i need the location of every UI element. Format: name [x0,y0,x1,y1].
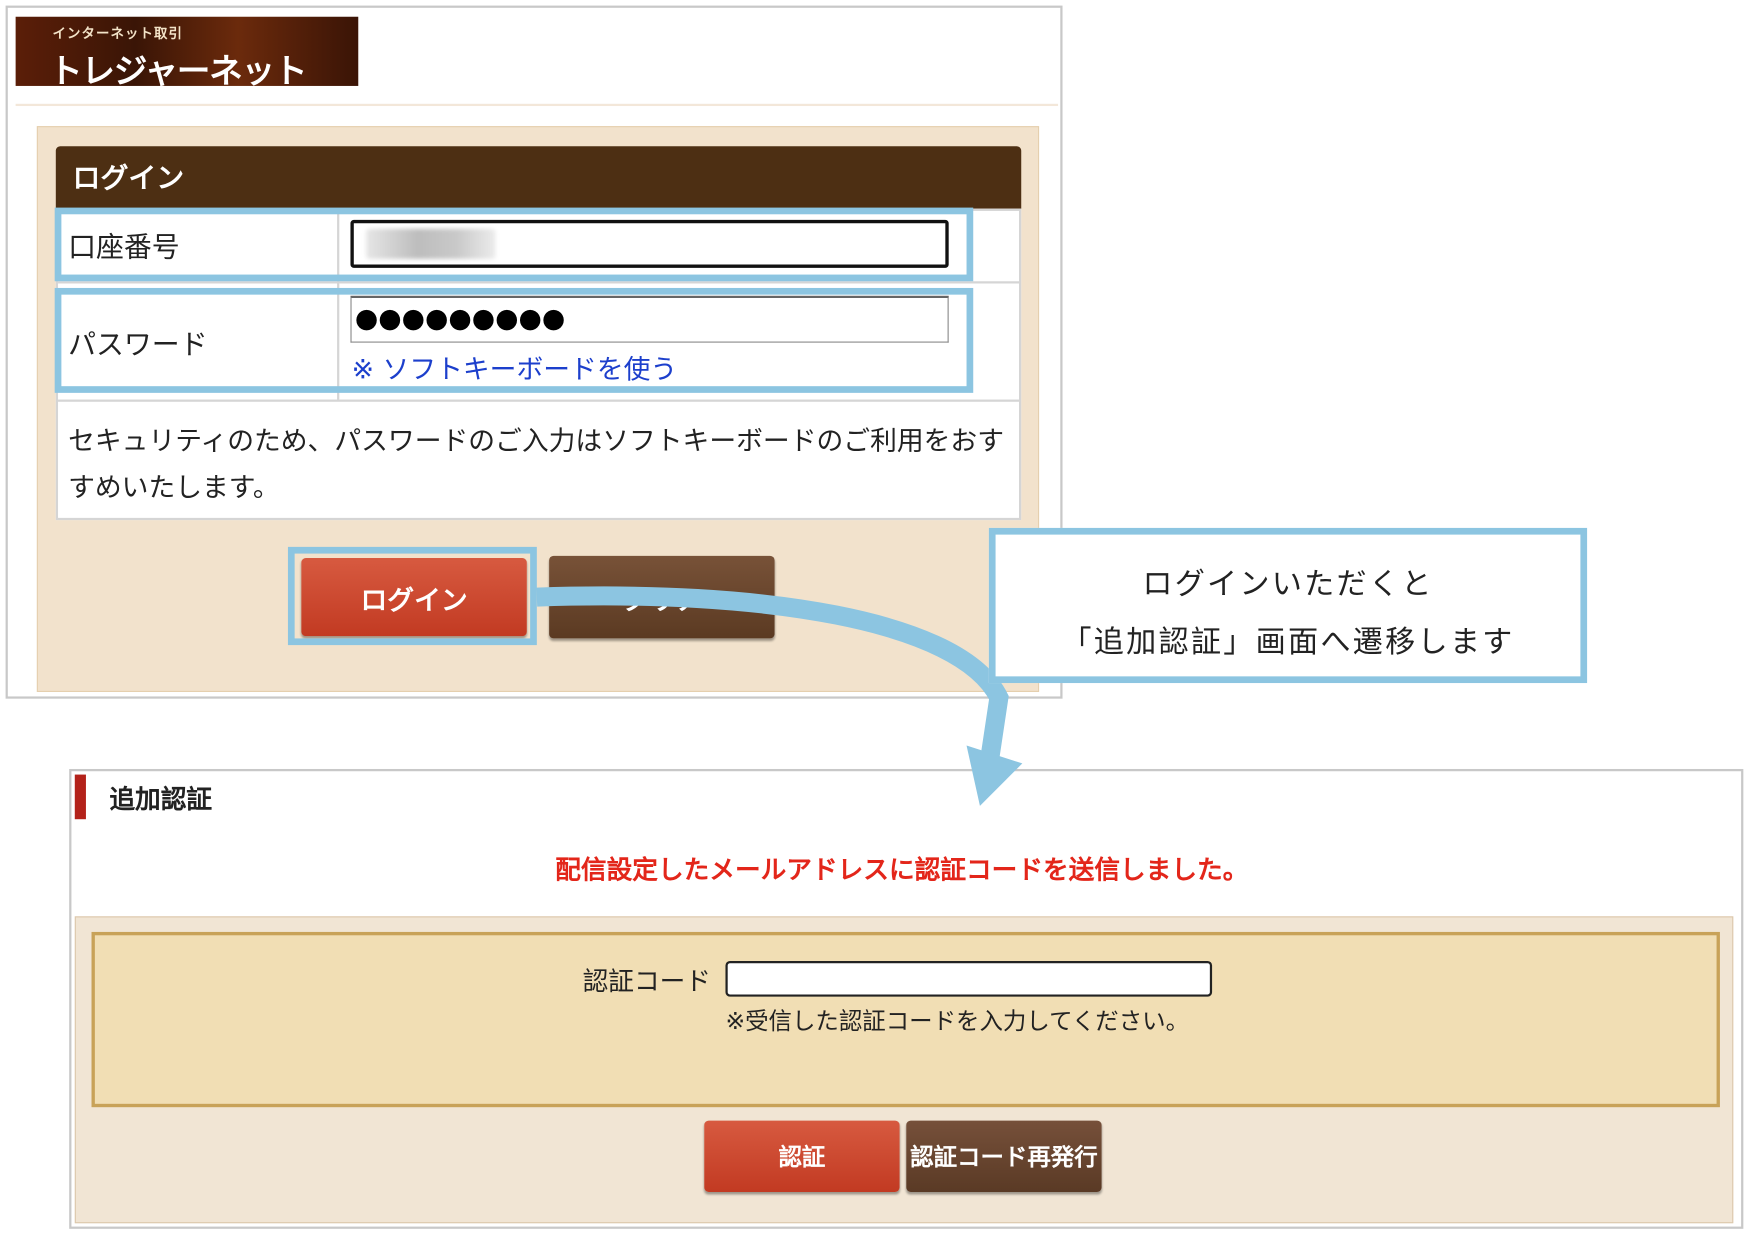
login-panel-title: ログイン [72,161,185,195]
reissue-code-button[interactable]: 認証コード再発行 [906,1120,1102,1192]
auth-sent-message: 配信設定したメールアドレスに認証コードを送信しました。 [555,856,1249,886]
login-panel-header [55,146,1022,209]
callout-line-2: 「追加認証」画面へ遷移します [1061,625,1515,660]
logo-name: トレジャーネット [49,52,307,86]
callout-box: ログインいただくと 「追加認証」画面へ遷移します [988,527,1588,684]
password-highlight-frame [54,287,974,393]
auth-code-hint: ※受信した認証コードを入力してください。 [725,1007,1190,1035]
clear-button[interactable]: クリア [549,555,775,639]
header-divider [15,103,1059,107]
account-highlight-frame [54,207,974,282]
verify-button[interactable]: 認証 [704,1120,900,1192]
table-divider [58,399,1019,402]
logo-subtitle: インターネット取引 [52,25,184,42]
brand-logo: インターネット取引 トレジャーネット [15,16,359,86]
login-button-highlight-frame [287,546,537,646]
table-divider [58,281,1019,284]
auth-title: 追加認証 [109,785,213,815]
section-accent-bar [74,774,86,820]
security-notice: セキュリティのため、パスワードのご入力はソフトキーボードのご利用をおすすめいたし… [68,425,1005,504]
callout-line-1: ログインいただくと [1142,566,1434,602]
auth-code-label: 認証コード [582,967,711,997]
auth-code-input[interactable] [725,960,1213,997]
